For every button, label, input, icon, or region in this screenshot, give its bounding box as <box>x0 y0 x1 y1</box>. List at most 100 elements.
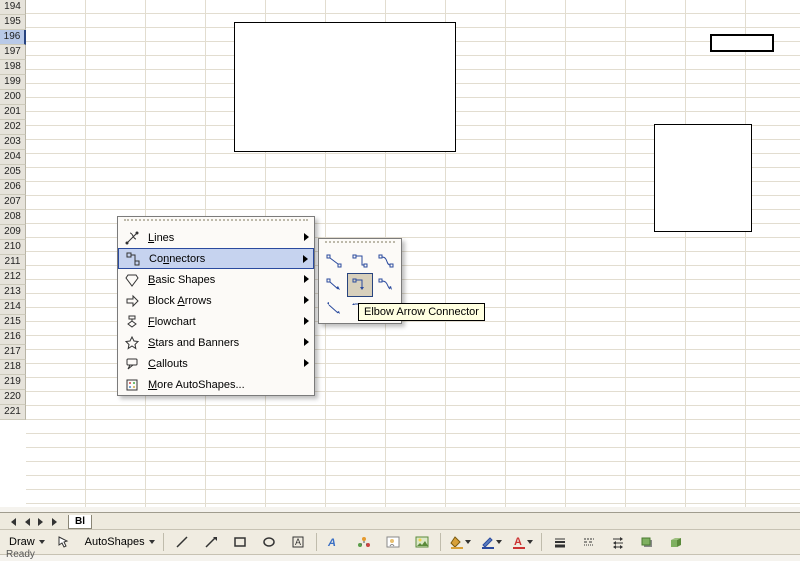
menu-item-label: Lines <box>148 232 296 244</box>
picture-button[interactable] <box>409 531 435 553</box>
curved-connector-button[interactable] <box>373 249 399 273</box>
draw-label: Draw <box>7 536 37 548</box>
menu-item-lines[interactable]: Lines <box>118 227 314 248</box>
row-header[interactable]: 214 <box>0 300 26 315</box>
fill-color-button[interactable] <box>446 531 474 553</box>
menu-item-label: Flowchart <box>148 316 296 328</box>
submenu-arrow-icon <box>304 338 309 346</box>
row-header[interactable]: 198 <box>0 60 26 75</box>
row-header[interactable]: 220 <box>0 390 26 405</box>
menu-item-stars-and-banners[interactable]: Stars and Banners <box>118 332 314 353</box>
flowchart-icon <box>122 312 142 332</box>
3d-button[interactable] <box>663 531 689 553</box>
menu-item-block-arrows[interactable]: Block Arrows <box>118 290 314 311</box>
row-header[interactable]: 210 <box>0 240 26 255</box>
oval-button[interactable] <box>256 531 282 553</box>
status-bar: Ready <box>6 549 35 561</box>
submenu-arrow-icon <box>304 233 309 241</box>
menu-item-callouts[interactable]: Callouts <box>118 353 314 374</box>
row-header[interactable]: 218 <box>0 360 26 375</box>
arrow-style-button[interactable] <box>605 531 631 553</box>
straight-connector-button[interactable] <box>321 249 347 273</box>
shadow-button[interactable] <box>634 531 660 553</box>
line-style-button[interactable] <box>547 531 573 553</box>
svg-text:A: A <box>295 537 301 547</box>
row-header[interactable]: 197 <box>0 45 26 60</box>
worksheet[interactable]: 1941951961971981992002012022032042052062… <box>0 0 800 507</box>
menu-item-label: Stars and Banners <box>148 337 296 349</box>
row-header[interactable]: 205 <box>0 165 26 180</box>
submenu-grip[interactable] <box>325 241 395 247</box>
row-header[interactable]: 217 <box>0 345 26 360</box>
row-header[interactable]: 200 <box>0 90 26 105</box>
row-header[interactable]: 203 <box>0 135 26 150</box>
block-arrows-icon <box>122 291 142 311</box>
font-color-button[interactable]: A <box>508 531 536 553</box>
menu-item-flowchart[interactable]: Flowchart <box>118 311 314 332</box>
more-icon <box>122 375 142 395</box>
curved-arrow-connector-button[interactable] <box>373 273 399 297</box>
row-headers: 1941951961971981992002012022032042052062… <box>0 0 26 507</box>
autoshapes-label: AutoShapes <box>83 536 147 548</box>
menu-item-label: Basic Shapes <box>148 274 296 286</box>
row-header[interactable]: 212 <box>0 270 26 285</box>
row-header[interactable]: 202 <box>0 120 26 135</box>
sheet-tab[interactable]: Bl <box>68 515 92 529</box>
row-header[interactable]: 219 <box>0 375 26 390</box>
line-color-button[interactable] <box>477 531 505 553</box>
straight-arrow-connector-button[interactable] <box>321 273 347 297</box>
arrow-button[interactable] <box>198 531 224 553</box>
dash-style-button[interactable] <box>576 531 602 553</box>
tooltip: Elbow Arrow Connector <box>358 303 485 321</box>
straight-double-arrow-button[interactable] <box>321 297 347 321</box>
connectors-icon <box>123 249 143 269</box>
row-header[interactable]: 209 <box>0 225 26 240</box>
elbow-arrow-connector-button[interactable] <box>347 273 373 297</box>
tab-prev-icon[interactable] <box>20 515 34 529</box>
menu-item-connectors[interactable]: Connectors <box>118 248 314 269</box>
basic-shapes-icon <box>122 270 142 290</box>
diagram-button[interactable] <box>351 531 377 553</box>
submenu-arrow-icon <box>304 317 309 325</box>
select-objects-button[interactable] <box>51 531 77 553</box>
row-header[interactable]: 206 <box>0 180 26 195</box>
tab-last-icon[interactable] <box>48 515 62 529</box>
row-header[interactable]: 195 <box>0 15 26 30</box>
autoshapes-menu-button[interactable]: AutoShapes <box>80 531 158 553</box>
row-header[interactable]: 211 <box>0 255 26 270</box>
svg-text:A: A <box>514 536 522 548</box>
row-header[interactable]: 194 <box>0 0 26 15</box>
rectangle-button[interactable] <box>227 531 253 553</box>
row-header[interactable]: 216 <box>0 330 26 345</box>
row-header[interactable]: 208 <box>0 210 26 225</box>
textbox-button[interactable]: A <box>285 531 311 553</box>
row-header[interactable]: 215 <box>0 315 26 330</box>
tab-first-icon[interactable] <box>6 515 20 529</box>
row-header[interactable]: 204 <box>0 150 26 165</box>
svg-text:A: A <box>327 537 336 549</box>
menu-item-label: Connectors <box>149 253 295 265</box>
row-header[interactable]: 213 <box>0 285 26 300</box>
row-header[interactable]: 199 <box>0 75 26 90</box>
wordart-button[interactable]: A <box>322 531 348 553</box>
submenu-arrow-icon <box>304 359 309 367</box>
rectangle-shape-2[interactable] <box>654 124 752 232</box>
line-button[interactable] <box>169 531 195 553</box>
menu-item-more-autoshapes[interactable]: More AutoShapes... <box>118 374 314 395</box>
menu-item-label: Callouts <box>148 358 296 370</box>
autoshapes-menu: Lines Connectors Basic Shapes Block Arrows F… <box>117 216 315 396</box>
row-header[interactable]: 196 <box>0 30 26 45</box>
submenu-arrow-icon <box>303 255 308 263</box>
rectangle-shape-1[interactable] <box>234 22 456 152</box>
menu-grip[interactable] <box>124 219 308 226</box>
row-header[interactable]: 207 <box>0 195 26 210</box>
elbow-connector-button[interactable] <box>347 249 373 273</box>
clipart-button[interactable] <box>380 531 406 553</box>
menu-item-label: Block Arrows <box>148 295 296 307</box>
row-header[interactable]: 201 <box>0 105 26 120</box>
menu-item-basic-shapes[interactable]: Basic Shapes <box>118 269 314 290</box>
selected-cell-outline[interactable] <box>710 34 774 52</box>
tab-next-icon[interactable] <box>34 515 48 529</box>
row-header[interactable]: 221 <box>0 405 26 420</box>
submenu-arrow-icon <box>304 296 309 304</box>
